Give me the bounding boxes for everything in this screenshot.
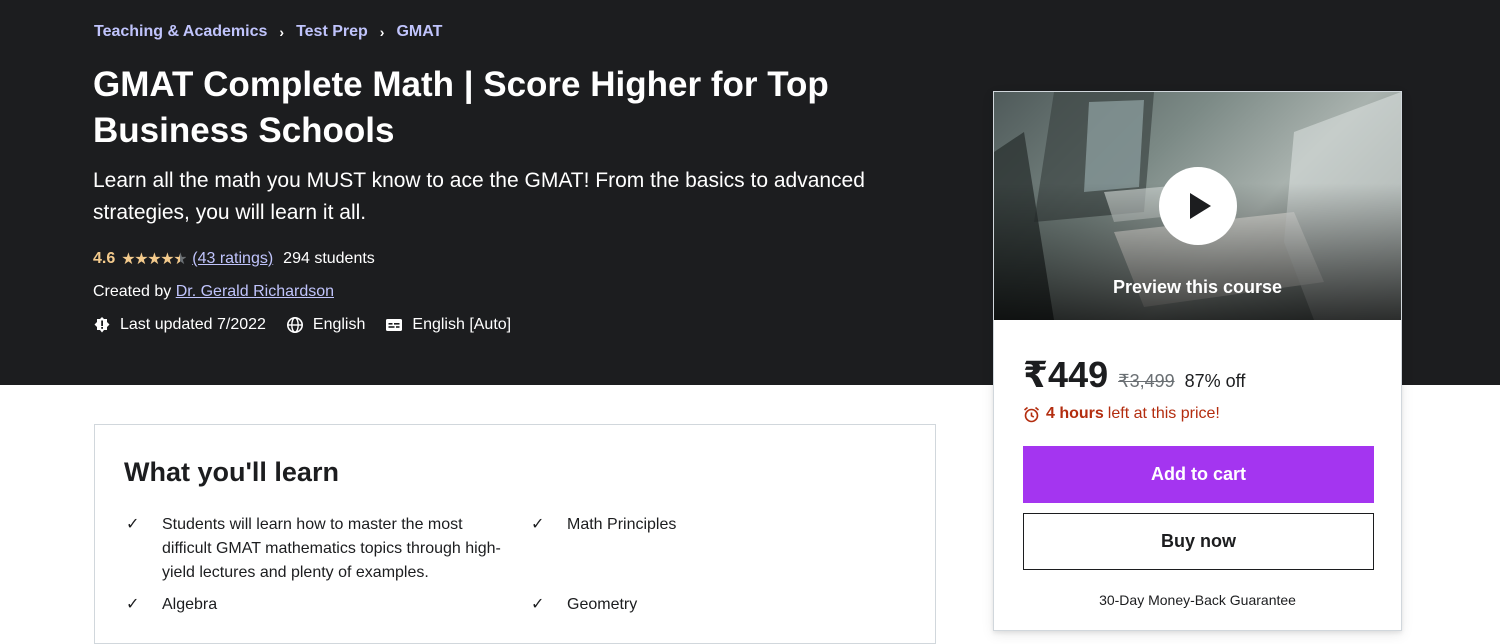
last-updated: Last updated 7/2022 bbox=[93, 316, 266, 334]
rating-row: 4.6 ★ ★ ★ ★ ★ (43 ratings) 294 students bbox=[93, 249, 375, 269]
captions-text: English [Auto] bbox=[412, 316, 512, 333]
learn-item-text: Geometry bbox=[567, 596, 638, 613]
alarm-clock-icon bbox=[1023, 406, 1040, 422]
timer-text: left at this price! bbox=[1107, 405, 1220, 422]
learn-item-text: Math Principles bbox=[567, 516, 677, 533]
price-timer: 4 hours left at this price! bbox=[1023, 405, 1220, 423]
learn-item-text: Students will learn how to master the mo… bbox=[162, 516, 501, 581]
created-by-label: Created by bbox=[93, 283, 172, 300]
students-count: 294 students bbox=[283, 250, 375, 267]
language: English bbox=[286, 316, 365, 334]
star-icon: ★ bbox=[121, 251, 136, 268]
star-icon: ★ bbox=[147, 251, 162, 268]
learn-item: ✓ Geometry bbox=[529, 593, 909, 617]
chevron-right-icon: › bbox=[379, 24, 385, 40]
globe-icon bbox=[286, 317, 303, 333]
discount-percent: 87% off bbox=[1184, 371, 1246, 391]
star-half-icon: ★ bbox=[173, 251, 188, 268]
captions: English [Auto] bbox=[385, 316, 511, 334]
check-icon: ✓ bbox=[126, 516, 140, 533]
purchase-card: Preview this course ₹449 ₹3,499 87% off … bbox=[993, 91, 1402, 631]
learn-item: ✓ Students will learn how to master the … bbox=[124, 513, 504, 585]
money-back-guarantee: 30-Day Money-Back Guarantee bbox=[1099, 592, 1296, 608]
instructor-link[interactable]: Dr. Gerald Richardson bbox=[176, 283, 334, 300]
play-button[interactable] bbox=[1159, 167, 1237, 245]
check-icon: ✓ bbox=[531, 516, 545, 533]
check-icon: ✓ bbox=[531, 596, 545, 613]
learn-item: ✓ Math Principles bbox=[529, 513, 909, 537]
breadcrumb-item-teaching-academics[interactable]: Teaching & Academics bbox=[94, 23, 267, 41]
star-icon: ★ bbox=[134, 251, 149, 268]
play-icon bbox=[1190, 193, 1211, 219]
price-row: ₹449 ₹3,499 87% off bbox=[1023, 354, 1245, 396]
preview-label: Preview this course bbox=[1112, 277, 1283, 297]
learn-item: ✓ Algebra bbox=[124, 593, 504, 617]
breadcrumb-item-test-prep[interactable]: Test Prep bbox=[296, 23, 368, 41]
current-price: ₹449 bbox=[1023, 354, 1109, 395]
timer-hours: 4 hours bbox=[1046, 405, 1104, 422]
star-rating: ★ ★ ★ ★ ★ bbox=[121, 249, 188, 269]
course-meta: Last updated 7/2022 English English [Aut… bbox=[93, 316, 531, 334]
original-price: ₹3,499 bbox=[1118, 371, 1175, 391]
ratings-count-link[interactable]: (43 ratings) bbox=[192, 250, 273, 268]
breadcrumb-item-gmat[interactable]: GMAT bbox=[396, 23, 442, 41]
alert-badge-icon bbox=[94, 317, 110, 333]
buy-now-button[interactable]: Buy now bbox=[1023, 513, 1374, 570]
last-updated-text: Last updated 7/2022 bbox=[120, 316, 266, 333]
learn-item-text: Algebra bbox=[162, 596, 218, 613]
check-icon: ✓ bbox=[126, 596, 140, 613]
star-icon: ★ bbox=[160, 251, 175, 268]
add-to-cart-button[interactable]: Add to cart bbox=[1023, 446, 1374, 503]
breadcrumb: Teaching & Academics › Test Prep › GMAT bbox=[94, 23, 442, 41]
language-text: English bbox=[312, 316, 366, 333]
course-subtitle: Learn all the math you MUST know to ace … bbox=[93, 169, 865, 224]
course-title: GMAT Complete Math | Score Higher for To… bbox=[93, 65, 829, 150]
rating-value: 4.6 bbox=[93, 250, 116, 267]
what-youll-learn: What you'll learn ✓ Students will learn … bbox=[94, 424, 936, 644]
created-by: Created by Dr. Gerald Richardson bbox=[93, 283, 334, 301]
learn-title: What you'll learn bbox=[124, 457, 339, 487]
course-preview[interactable]: Preview this course bbox=[994, 92, 1401, 320]
closed-captions-icon bbox=[386, 319, 403, 331]
chevron-right-icon: › bbox=[279, 24, 285, 40]
